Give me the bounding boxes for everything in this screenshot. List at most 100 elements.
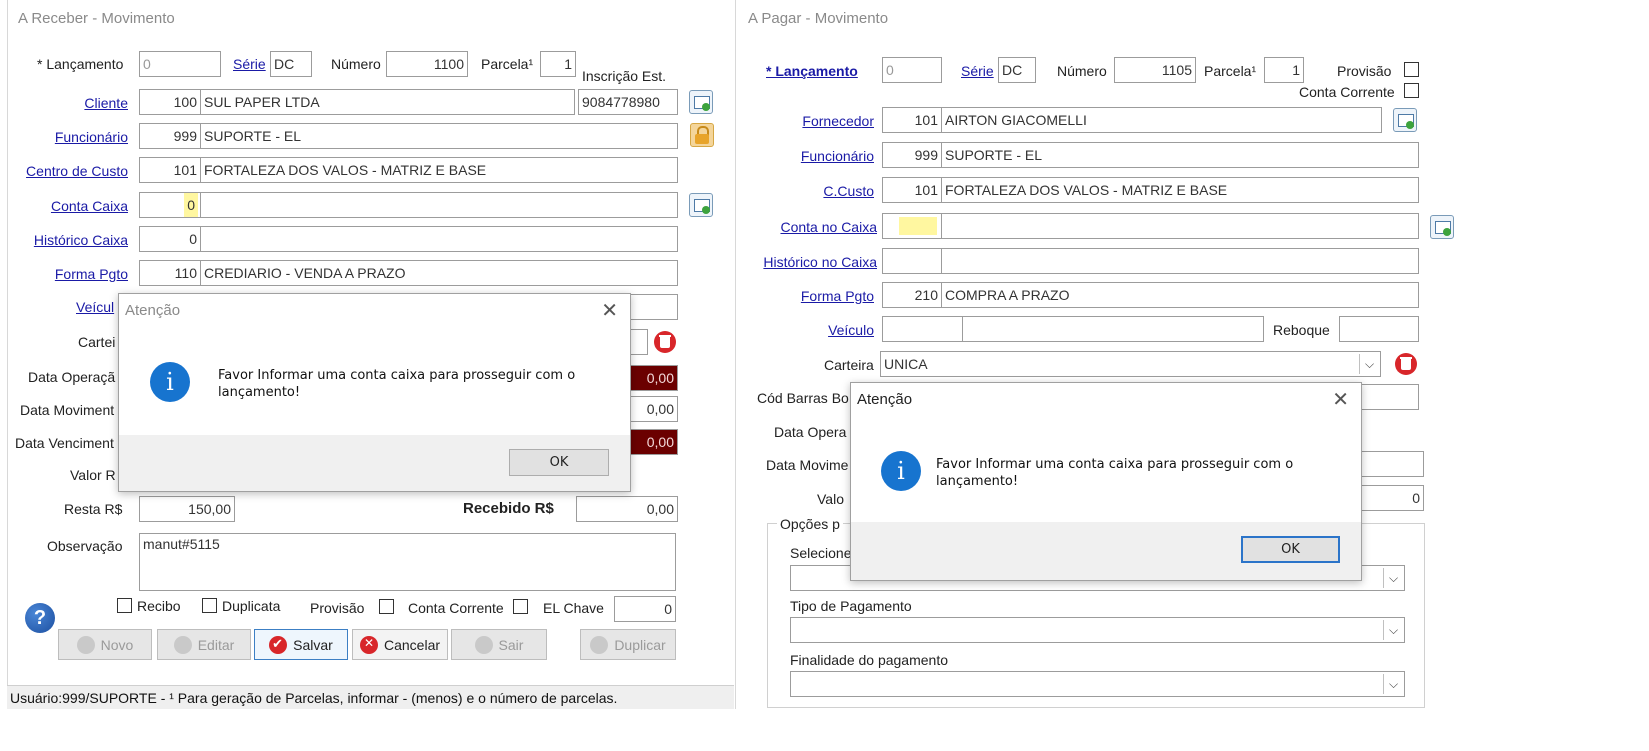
cancelar-button[interactable]: Cancelar (352, 629, 448, 660)
r-funcionario-link[interactable]: Funcionário (760, 148, 874, 164)
chevron-down-icon[interactable]: ⌵ (1383, 620, 1403, 640)
r-veiculo-name-field[interactable] (962, 316, 1264, 342)
veiculo-link[interactable]: Veícul (76, 299, 114, 315)
el-chave-field[interactable]: 0 (614, 596, 676, 622)
r-fornecedor-code-field[interactable]: 101 (882, 107, 942, 133)
recebido-field[interactable]: 0,00 (576, 496, 678, 522)
r-ccusto-code-field[interactable]: 101 (882, 177, 942, 203)
historico-caixa-link[interactable]: Histórico Caixa (20, 232, 128, 248)
forma-code-field[interactable]: 110 (139, 260, 201, 286)
chevron-down-icon[interactable]: ⌵ (1383, 568, 1403, 588)
historico-code-field[interactable]: 0 (139, 226, 201, 252)
chevron-down-icon[interactable]: ⌵ (1383, 674, 1403, 694)
r-conta-caixa-picker-icon[interactable] (1430, 215, 1454, 239)
sair-button[interactable]: Sair (451, 629, 547, 660)
r-finalidade-select[interactable]: ⌵ (790, 671, 1405, 697)
cliente-link[interactable]: Cliente (30, 95, 128, 111)
r-conta-caixa-name-field[interactable] (941, 213, 1419, 239)
r-valor-field[interactable]: 0 (1360, 485, 1424, 511)
data-vencimento-value[interactable]: 0,00 (628, 429, 678, 455)
serie-link[interactable]: Série (233, 56, 266, 72)
r-cod-barras-field[interactable] (1360, 384, 1419, 410)
r-trash-icon[interactable] (1395, 353, 1417, 375)
lancamento-field[interactable]: 0 (139, 51, 221, 77)
conta-caixa-picker-icon[interactable] (689, 193, 713, 217)
r-serie-field[interactable]: DC (998, 57, 1036, 83)
r-lancamento-field[interactable]: 0 (882, 57, 942, 83)
conta-caixa-name-field[interactable] (200, 192, 678, 218)
observacao-field[interactable]: manut#5115 (139, 533, 676, 591)
forma-name-field[interactable]: CREDIARIO - VENDA A PRAZO (200, 260, 678, 286)
ok-button[interactable]: OK (509, 449, 609, 476)
r-parcela-field[interactable]: 1 (1264, 57, 1304, 83)
funcionario-code-field[interactable]: 999 (139, 123, 201, 149)
serie-field[interactable]: DC (270, 51, 312, 77)
recibo-checkbox[interactable] (117, 598, 132, 613)
r-conta-caixa-code-field[interactable] (882, 213, 942, 239)
r-fornecedor-name-field[interactable]: AIRTON GIACOMELLI (941, 107, 1382, 133)
r-ok-button[interactable]: OK (1241, 536, 1340, 563)
r-lancamento-link[interactable]: * Lançamento (766, 63, 858, 79)
conta-caixa-code-field[interactable]: 0 (139, 192, 201, 218)
data-operacao-value[interactable]: 0,00 (628, 365, 678, 391)
r-conta-caixa-link[interactable]: Conta no Caixa (760, 219, 877, 235)
r-forma-code-field[interactable]: 210 (882, 282, 942, 308)
observacao-label: Observação (47, 538, 123, 554)
conta-corrente-checkbox[interactable] (513, 599, 528, 614)
cliente-picker-icon[interactable] (689, 90, 713, 114)
centro-name-field[interactable]: FORTALEZA DOS VALOS - MATRIZ E BASE (200, 157, 678, 183)
novo-button[interactable]: Novo (58, 629, 152, 660)
r-historico-name-field[interactable] (941, 248, 1419, 274)
r-numero-field[interactable]: 1105 (1114, 57, 1196, 83)
salvar-button[interactable]: Salvar (254, 629, 348, 660)
help-icon[interactable]: ? (25, 603, 55, 633)
r-tipo-pagamento-select[interactable]: ⌵ (790, 617, 1405, 643)
numero-field[interactable]: 1100 (386, 51, 468, 77)
veiculo-field[interactable] (628, 294, 678, 320)
duplicar-button[interactable]: Duplicar (580, 629, 676, 660)
conta-caixa-link[interactable]: Conta Caixa (30, 198, 128, 214)
forma-pgto-link[interactable]: Forma Pgto (30, 266, 128, 282)
r-funcionario-code-field[interactable]: 999 (882, 142, 942, 168)
data-movimento-value[interactable]: 0,00 (628, 396, 678, 422)
r-forma-link[interactable]: Forma Pgto (760, 288, 874, 304)
r-conta-corrente-checkbox[interactable] (1404, 83, 1419, 98)
cliente-code-field[interactable]: 100 (139, 89, 201, 115)
r-dialog-footer: OK (851, 522, 1361, 580)
r-provisao-checkbox[interactable] (1404, 62, 1419, 77)
inscricao-field[interactable]: 9084778980 (578, 89, 678, 115)
r-funcionario-name-field[interactable]: SUPORTE - EL (941, 142, 1419, 168)
dialog-title: Atenção (125, 302, 181, 319)
funcionario-name-field[interactable]: SUPORTE - EL (200, 123, 678, 149)
centro-custo-link[interactable]: Centro de Custo (10, 163, 128, 179)
r-veiculo-link[interactable]: Veículo (760, 322, 874, 338)
lock-icon[interactable] (690, 123, 714, 147)
parcela-field[interactable]: 1 (540, 51, 576, 77)
r-veiculo-code-field[interactable] (882, 316, 963, 342)
r-data-movimento-field[interactable] (1360, 451, 1424, 477)
r-serie-link[interactable]: Série (961, 63, 994, 79)
editar-button[interactable]: Editar (157, 629, 251, 660)
funcionario-link[interactable]: Funcionário (30, 129, 128, 145)
r-close-icon[interactable]: ✕ (1332, 387, 1349, 412)
lancamento-label: * Lançamento (37, 56, 124, 72)
r-carteira-select[interactable]: UNICA ⌵ (880, 351, 1381, 377)
trash-icon[interactable] (654, 331, 676, 353)
r-fornecedor-picker-icon[interactable] (1393, 108, 1417, 132)
close-icon[interactable]: ✕ (601, 298, 618, 323)
cliente-name-field[interactable]: SUL PAPER LTDA (200, 89, 575, 115)
carteira-select[interactable] (628, 329, 648, 355)
r-reboque-field[interactable] (1339, 316, 1419, 342)
r-historico-link[interactable]: Histórico no Caixa (745, 254, 877, 270)
duplicata-checkbox[interactable] (202, 598, 217, 613)
r-forma-name-field[interactable]: COMPRA A PRAZO (941, 282, 1419, 308)
provisao-checkbox[interactable] (379, 599, 394, 614)
r-historico-code-field[interactable] (882, 248, 942, 274)
r-ccusto-link[interactable]: C.Custo (760, 183, 874, 199)
historico-name-field[interactable] (200, 226, 678, 252)
centro-code-field[interactable]: 101 (139, 157, 201, 183)
r-fornecedor-link[interactable]: Fornecedor (760, 113, 874, 129)
r-ccusto-name-field[interactable]: FORTALEZA DOS VALOS - MATRIZ E BASE (941, 177, 1419, 203)
resta-field[interactable]: 150,00 (139, 496, 235, 522)
chevron-down-icon[interactable]: ⌵ (1359, 354, 1379, 374)
